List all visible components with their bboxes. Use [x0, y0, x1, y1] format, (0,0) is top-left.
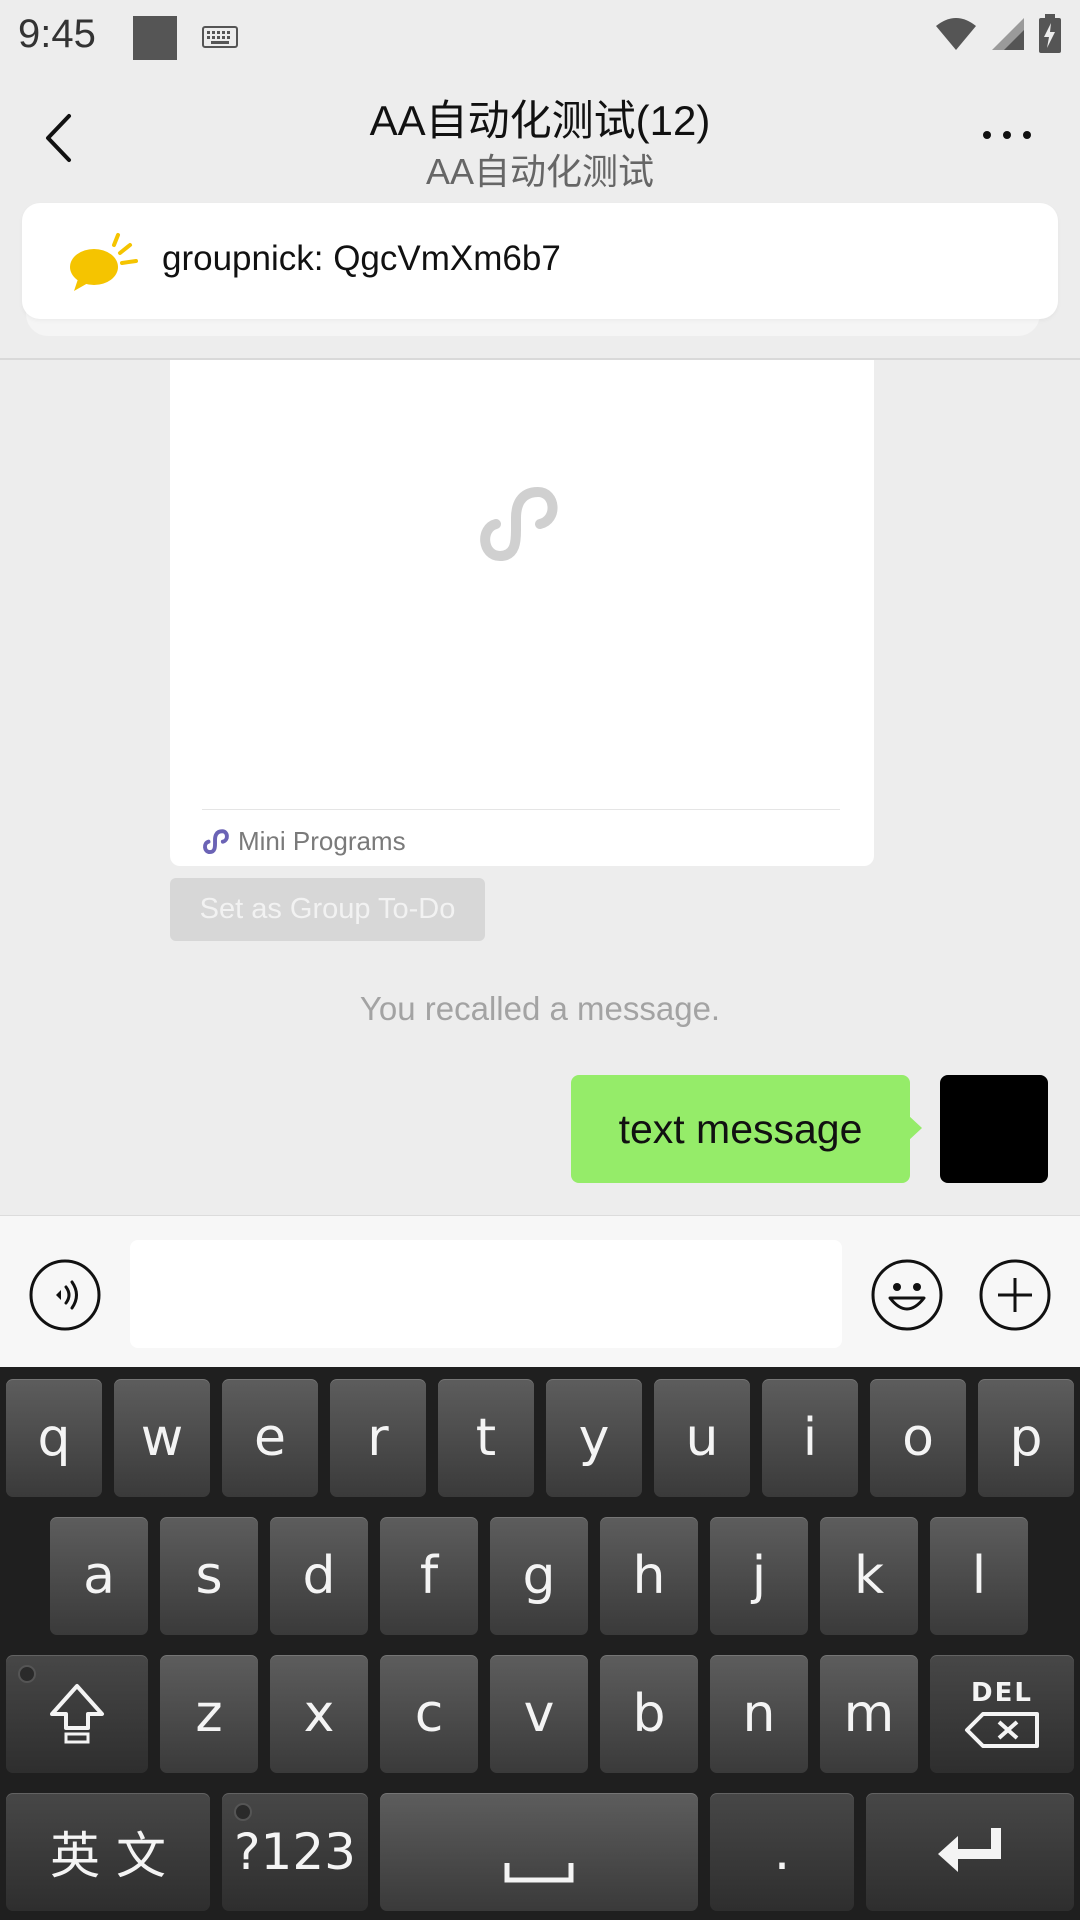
input-bar	[0, 1215, 1080, 1367]
key-v[interactable]: v	[490, 1655, 588, 1773]
enter-key[interactable]	[866, 1793, 1074, 1911]
wifi-icon	[934, 16, 978, 57]
delete-key-label: DEL	[971, 1678, 1033, 1708]
delete-key[interactable]: DEL	[930, 1655, 1074, 1773]
key-t[interactable]: t	[438, 1379, 534, 1497]
emoji-button[interactable]	[870, 1258, 944, 1332]
key-c[interactable]: c	[380, 1655, 478, 1773]
symbols-indicator	[234, 1803, 252, 1821]
key-w[interactable]: w	[114, 1379, 210, 1497]
shift-key[interactable]	[6, 1655, 148, 1773]
key-d[interactable]: d	[270, 1517, 368, 1635]
key-h[interactable]: h	[600, 1517, 698, 1635]
key-o[interactable]: o	[870, 1379, 966, 1497]
card-divider	[202, 809, 840, 810]
more-icon	[983, 131, 1031, 139]
more-button[interactable]	[972, 115, 1042, 155]
period-key[interactable]: .	[710, 1793, 854, 1911]
notice-bubble-icon	[70, 233, 138, 291]
avatar[interactable]	[940, 1075, 1048, 1183]
key-l[interactable]: l	[930, 1517, 1028, 1635]
language-key[interactable]: 英 文	[6, 1793, 210, 1911]
plus-icon	[979, 1259, 1051, 1331]
mini-program-icon	[203, 828, 229, 854]
key-a[interactable]: a	[50, 1517, 148, 1635]
soft-keyboard: q w e r t y u i o p a s d f g h j k l z …	[0, 1367, 1080, 1920]
chat-subtitle: AA自动化测试	[425, 151, 655, 192]
mini-program-footer: Mini Programs	[202, 826, 406, 857]
chat-title: AA自动化测试(12)	[369, 97, 711, 144]
keyboard-icon	[202, 26, 238, 53]
delete-icon	[965, 1712, 1039, 1748]
space-key[interactable]	[380, 1793, 698, 1911]
message-input[interactable]	[130, 1240, 842, 1348]
battery-icon	[1038, 14, 1062, 59]
notice-text: groupnick: QgcVmXm6b7	[162, 239, 561, 278]
set-group-todo-button[interactable]: Set as Group To-Do	[170, 878, 485, 941]
system-message: You recalled a message.	[359, 990, 721, 1027]
shift-indicator	[18, 1665, 36, 1683]
key-f[interactable]: f	[380, 1517, 478, 1635]
status-time: 9:45	[18, 12, 96, 56]
key-x[interactable]: x	[270, 1655, 368, 1773]
shift-icon	[50, 1684, 104, 1744]
key-b[interactable]: b	[600, 1655, 698, 1773]
voice-button[interactable]	[28, 1258, 102, 1332]
key-g[interactable]: g	[490, 1517, 588, 1635]
voice-icon	[29, 1259, 101, 1331]
more-functions-button[interactable]	[978, 1258, 1052, 1332]
symbols-key[interactable]: ?123	[222, 1793, 368, 1911]
emoji-icon	[871, 1259, 943, 1331]
message-bubble[interactable]: text message	[571, 1075, 910, 1183]
notification-icon	[133, 16, 177, 60]
key-p[interactable]: p	[978, 1379, 1074, 1497]
signal-icon	[990, 16, 1026, 57]
status-bar: 9:45	[0, 0, 1080, 75]
mini-program-card[interactable]: Mini Programs	[170, 360, 874, 866]
key-m[interactable]: m	[820, 1655, 918, 1773]
pinned-notice[interactable]: groupnick: QgcVmXm6b7	[22, 203, 1058, 319]
key-q[interactable]: q	[6, 1379, 102, 1497]
mini-program-icon	[480, 486, 558, 562]
mini-program-label: Mini Programs	[238, 826, 406, 856]
enter-icon	[938, 1828, 1001, 1872]
symbols-key-label: ?123	[234, 1823, 356, 1881]
key-z[interactable]: z	[160, 1655, 258, 1773]
chat-header: AA自动化测试(12) AA自动化测试	[0, 75, 1080, 200]
key-r[interactable]: r	[330, 1379, 426, 1497]
key-e[interactable]: e	[222, 1379, 318, 1497]
key-n[interactable]: n	[710, 1655, 808, 1773]
key-j[interactable]: j	[710, 1517, 808, 1635]
key-i[interactable]: i	[762, 1379, 858, 1497]
key-s[interactable]: s	[160, 1517, 258, 1635]
bubble-tail	[908, 1115, 922, 1141]
key-u[interactable]: u	[654, 1379, 750, 1497]
key-k[interactable]: k	[820, 1517, 918, 1635]
key-y[interactable]: y	[546, 1379, 642, 1497]
space-icon	[504, 1863, 574, 1883]
